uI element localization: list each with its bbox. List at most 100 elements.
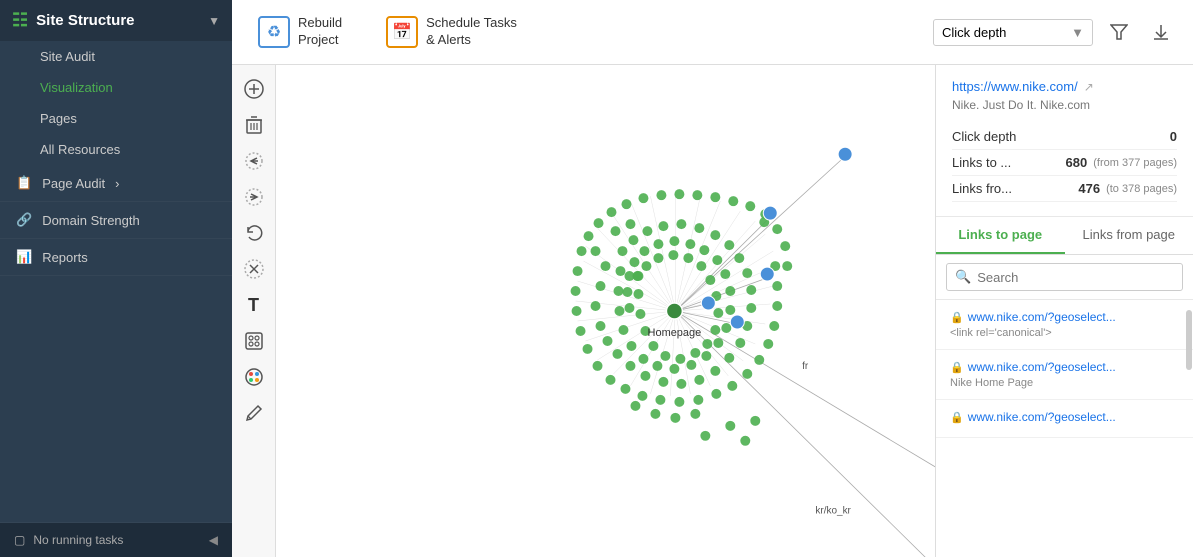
arrow-out-icon xyxy=(244,187,264,207)
add-node-icon xyxy=(244,79,264,99)
reports-icon: 📊 xyxy=(16,249,32,265)
grid-tool-button[interactable] xyxy=(238,325,270,357)
tool-panel: T xyxy=(232,65,276,557)
svg-text:fr: fr xyxy=(802,361,809,372)
sidebar-title: Site Structure xyxy=(36,12,134,29)
sidebar-chevron-icon: ▼ xyxy=(208,14,220,28)
undo-button[interactable] xyxy=(238,217,270,249)
search-icon: 🔍 xyxy=(955,269,971,285)
visualization-svg: Homepage fr kr/ko_kr xyxy=(276,65,935,557)
arrow-out-button[interactable] xyxy=(238,181,270,213)
list-item-desc: <link rel='canonical'> xyxy=(950,327,1179,339)
tab-links-from[interactable]: Links from page xyxy=(1065,217,1193,254)
filter-icon xyxy=(1110,23,1128,41)
logo-icon: ☷ xyxy=(12,10,28,31)
page-info-section: https://www.nike.com/ ↗ Nike. Just Do It… xyxy=(936,65,1193,217)
lock-icon: 🔒 xyxy=(950,361,964,374)
page-audit-arrow-icon: › xyxy=(115,176,119,191)
links-from-label: Links fro... xyxy=(952,181,1078,196)
panel-tabs: Links to page Links from page xyxy=(936,217,1193,255)
sidebar-collapse-button[interactable]: ◀ xyxy=(209,533,218,547)
schedule-tasks-icon: 📅 xyxy=(386,16,418,48)
sidebar-nav: Site Audit Visualization Pages All Resou… xyxy=(0,41,232,522)
filter-button[interactable] xyxy=(1103,16,1135,48)
links-from-extra: (to 378 pages) xyxy=(1106,183,1177,195)
sidebar-item-pages[interactable]: Pages xyxy=(0,103,232,134)
sidebar-item-site-audit[interactable]: Site Audit xyxy=(0,41,232,72)
cancel-icon xyxy=(244,259,264,279)
list-item-url: 🔒 www.nike.com/?geoselect... xyxy=(950,410,1179,424)
svg-text:kr/ko_kr: kr/ko_kr xyxy=(815,506,851,517)
page-audit-icon: 📋 xyxy=(16,175,32,191)
sidebar-section-domain-strength-label: Domain Strength xyxy=(42,213,140,228)
link-list: 🔒 www.nike.com/?geoselect... <link rel='… xyxy=(936,300,1193,557)
page-url-link[interactable]: https://www.nike.com/ ↗ xyxy=(952,79,1177,94)
add-node-button[interactable] xyxy=(238,73,270,105)
arrow-in-button[interactable] xyxy=(238,145,270,177)
sidebar: ☷ Site Structure ▼ Site Audit Visualizat… xyxy=(0,0,232,557)
right-panel: https://www.nike.com/ ↗ Nike. Just Do It… xyxy=(935,65,1193,557)
pencil-icon xyxy=(244,403,264,423)
sidebar-item-visualization[interactable]: Visualization xyxy=(0,72,232,103)
click-depth-row: Click depth 0 xyxy=(952,124,1177,150)
undo-icon xyxy=(244,223,264,243)
search-box: 🔍 xyxy=(936,255,1193,300)
sidebar-section-page-audit-label: Page Audit xyxy=(42,176,105,191)
list-item-url: 🔒 www.nike.com/?geoselect... xyxy=(950,310,1179,324)
footer-task-icon: ▢ xyxy=(14,533,25,547)
text-tool-button[interactable]: T xyxy=(238,289,270,321)
lock-icon: 🔒 xyxy=(950,411,964,424)
list-item-url: 🔒 www.nike.com/?geoselect... xyxy=(950,360,1179,374)
list-item[interactable]: 🔒 www.nike.com/?geoselect... xyxy=(936,400,1193,438)
schedule-tasks-label: Schedule Tasks & Alerts xyxy=(426,15,517,49)
pencil-button[interactable] xyxy=(238,397,270,429)
delete-button[interactable] xyxy=(238,109,270,141)
sidebar-section-reports-label: Reports xyxy=(42,250,88,265)
rebuild-project-label: Rebuild Project xyxy=(298,15,342,49)
palette-button[interactable] xyxy=(238,361,270,393)
sidebar-footer: ▢ No running tasks ◀ xyxy=(0,522,232,557)
sidebar-item-all-resources[interactable]: All Resources xyxy=(0,134,232,165)
click-depth-label: Click depth xyxy=(952,129,1170,144)
links-from-value: 476 xyxy=(1078,181,1100,196)
list-item[interactable]: 🔒 www.nike.com/?geoselect... Nike Home P… xyxy=(936,350,1193,400)
arrow-in-icon xyxy=(244,151,264,171)
main-area: ♻ Rebuild Project 📅 Schedule Tasks & Ale… xyxy=(232,0,1193,557)
rebuild-project-button[interactable]: ♻ Rebuild Project xyxy=(248,9,352,55)
page-description: Nike. Just Do It. Nike.com xyxy=(952,98,1177,112)
toolbar-right: Click depth ▼ xyxy=(933,16,1177,48)
tab-links-to[interactable]: Links to page xyxy=(936,217,1065,254)
dropdown-chevron-icon: ▼ xyxy=(1071,25,1084,40)
download-icon xyxy=(1152,23,1170,41)
search-input[interactable] xyxy=(977,270,1174,285)
toolbar: ♻ Rebuild Project 📅 Schedule Tasks & Ale… xyxy=(232,0,1193,65)
schedule-tasks-button[interactable]: 📅 Schedule Tasks & Alerts xyxy=(376,9,527,55)
footer-task-label: No running tasks xyxy=(33,533,123,547)
cancel-button[interactable] xyxy=(238,253,270,285)
delete-icon xyxy=(245,115,263,135)
grid-tool-icon xyxy=(244,331,264,351)
links-to-label: Links to ... xyxy=(952,155,1066,170)
svg-text:Homepage: Homepage xyxy=(648,327,702,339)
sidebar-section-reports[interactable]: 📊 Reports xyxy=(0,239,232,276)
visualization-canvas[interactable]: Homepage fr kr/ko_kr xyxy=(276,65,935,557)
download-button[interactable] xyxy=(1145,16,1177,48)
sidebar-section-domain-strength[interactable]: 🔗 Domain Strength xyxy=(0,202,232,239)
scrollbar-handle[interactable] xyxy=(1186,310,1192,370)
content-area: T xyxy=(232,65,1193,557)
rebuild-project-icon: ♻ xyxy=(258,16,290,48)
list-item-desc: Nike Home Page xyxy=(950,377,1179,389)
links-to-value: 680 xyxy=(1066,155,1088,170)
click-depth-dropdown-label: Click depth xyxy=(942,25,1006,40)
links-to-extra: (from 377 pages) xyxy=(1093,157,1177,169)
external-link-icon: ↗ xyxy=(1084,80,1094,94)
list-item[interactable]: 🔒 www.nike.com/?geoselect... <link rel='… xyxy=(936,300,1193,350)
links-to-row: Links to ... 680 (from 377 pages) xyxy=(952,150,1177,176)
palette-icon xyxy=(244,367,264,387)
links-from-row: Links fro... 476 (to 378 pages) xyxy=(952,176,1177,202)
lock-icon: 🔒 xyxy=(950,311,964,324)
sidebar-header[interactable]: ☷ Site Structure ▼ xyxy=(0,0,232,41)
sidebar-section-page-audit[interactable]: 📋 Page Audit › xyxy=(0,165,232,202)
text-tool-icon: T xyxy=(248,295,259,316)
click-depth-dropdown[interactable]: Click depth ▼ xyxy=(933,19,1093,46)
